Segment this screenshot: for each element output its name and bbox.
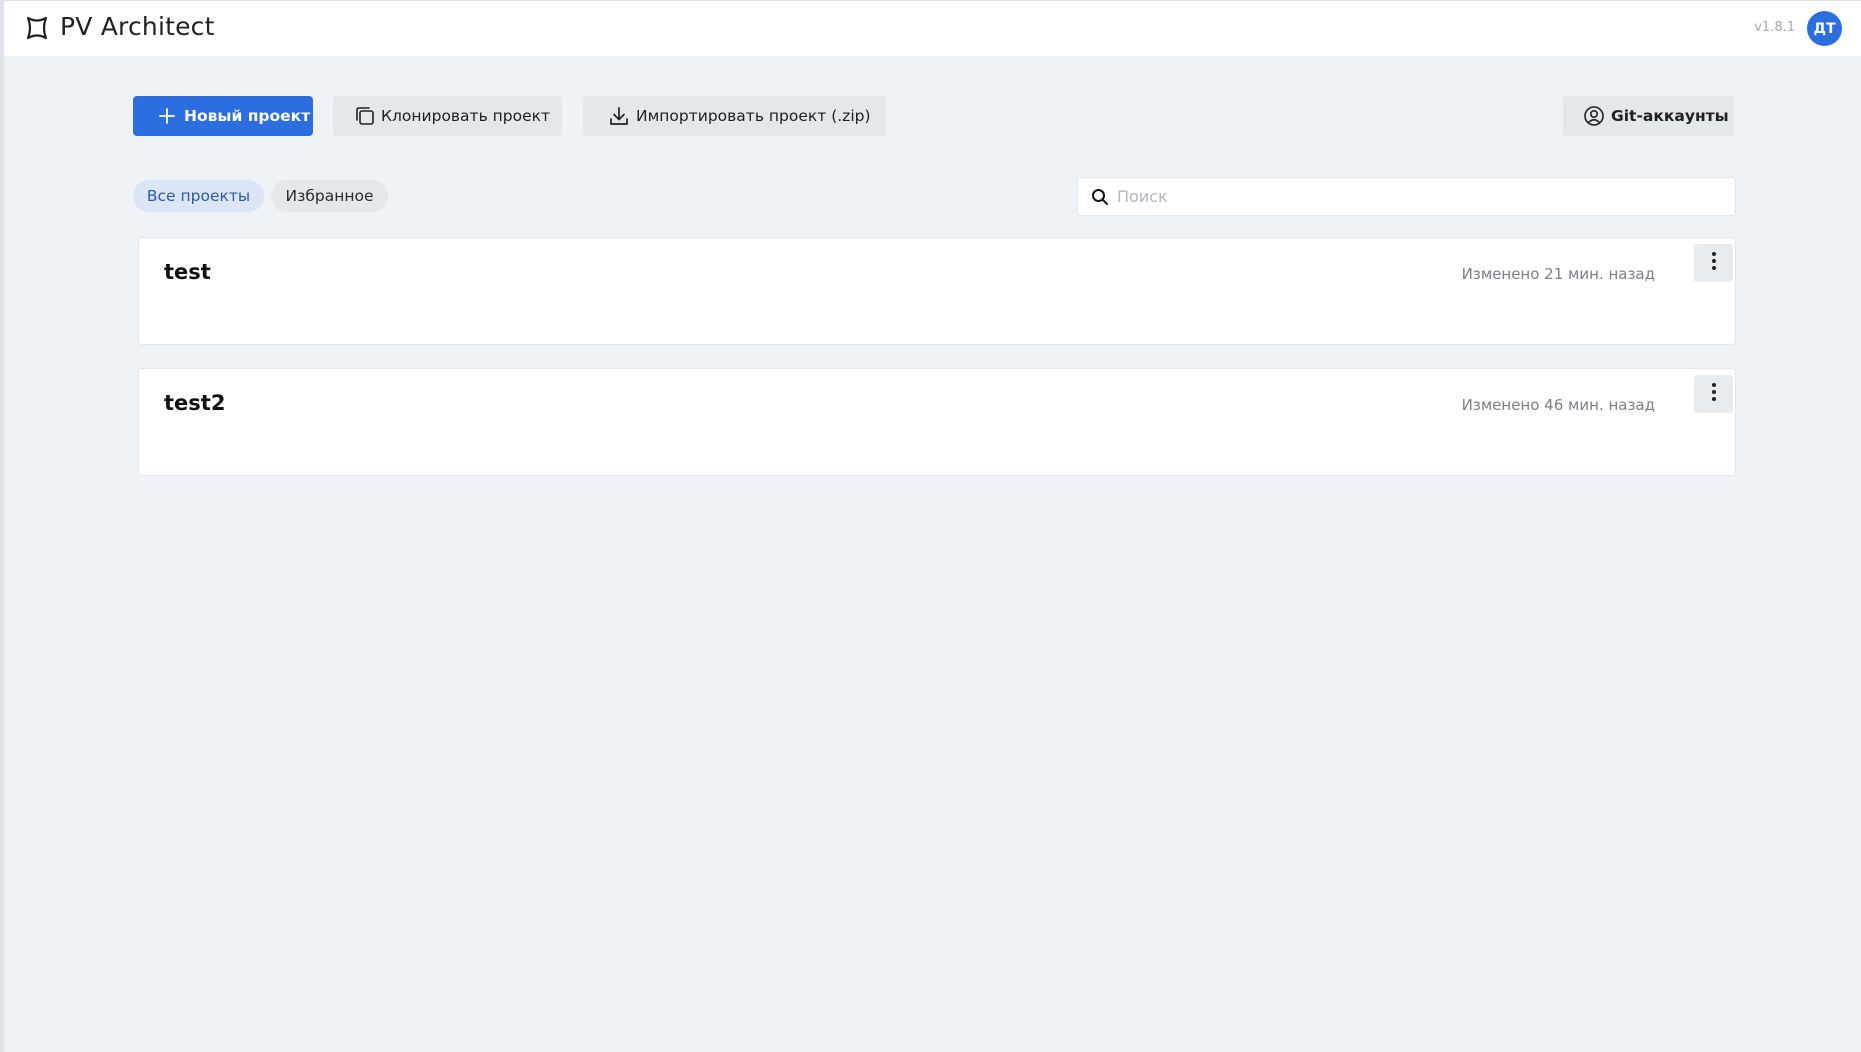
search-input[interactable] [1115, 186, 1715, 207]
project-modified: Изменено 21 мин. назад [1461, 265, 1655, 283]
top-header: PV Architect v1.8.1 ДТ [4, 1, 1861, 56]
project-menu-button[interactable] [1694, 375, 1733, 413]
clone-project-label: Клонировать проект [381, 107, 551, 125]
git-accounts-button[interactable]: Git-аккаунты [1563, 96, 1734, 136]
search-box [1077, 177, 1736, 216]
user-circle-icon [1583, 105, 1605, 127]
import-project-label: Импортировать проект (.zip) [636, 107, 871, 125]
project-card[interactable]: test2 Изменено 46 мин. назад [138, 368, 1736, 476]
app-title[interactable]: PV Architect [60, 12, 215, 41]
new-project-label: Новый проект [184, 107, 311, 125]
project-name[interactable]: test [164, 260, 211, 284]
project-card[interactable]: test Изменено 21 мин. назад [138, 237, 1736, 345]
clone-project-button[interactable]: Клонировать проект [333, 96, 562, 136]
git-accounts-label: Git-аккаунты [1611, 107, 1729, 125]
download-icon [608, 105, 630, 127]
copy-icon [354, 105, 376, 127]
project-modified: Изменено 46 мин. назад [1461, 396, 1655, 414]
import-project-button[interactable]: Импортировать проект (.zip) [583, 96, 886, 136]
project-name[interactable]: test2 [164, 391, 225, 415]
plus-icon [156, 105, 178, 127]
project-menu-button[interactable] [1694, 244, 1733, 282]
filter-all-projects[interactable]: Все проекты [133, 180, 264, 212]
new-project-button[interactable]: Новый проект [133, 96, 313, 136]
filter-favorites[interactable]: Избранное [271, 180, 388, 212]
version-label: v1.8.1 [1754, 20, 1795, 35]
app-window: PV Architect v1.8.1 ДТ Новый проект Клон… [0, 0, 1861, 1052]
user-avatar[interactable]: ДТ [1807, 11, 1842, 46]
more-vertical-icon [1711, 251, 1717, 275]
search-icon [1091, 188, 1109, 206]
app-logo-icon[interactable] [23, 14, 51, 42]
more-vertical-icon [1711, 382, 1717, 406]
